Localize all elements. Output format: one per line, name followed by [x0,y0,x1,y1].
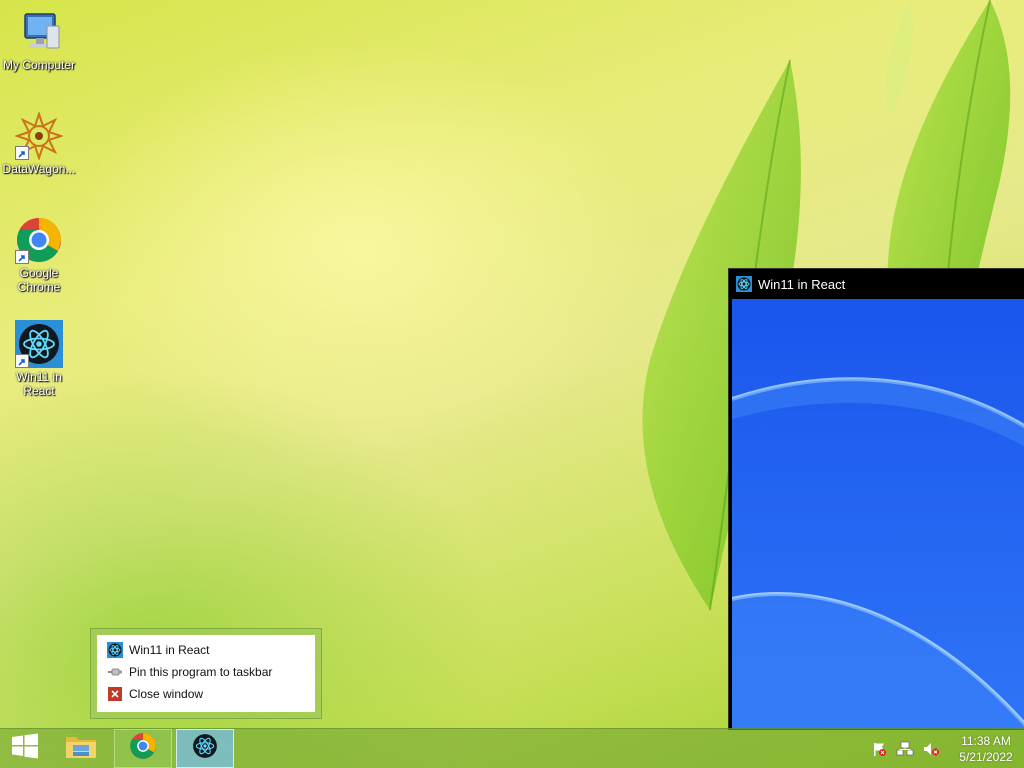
window-title: Win11 in React [758,276,846,292]
desktop-icon-label: My Computer [2,58,76,72]
desktop: My Computer DataWagon... Google Chrome W… [0,0,1024,768]
shortcut-arrow-icon [15,354,29,368]
jump-list-item-close[interactable]: Close window [97,683,315,705]
chrome-icon [15,216,63,264]
taskbar: 11:38 AM 5/21/2022 [0,728,1024,768]
clock-time: 11:38 AM [961,733,1011,748]
taskbar-jump-list: Win11 in React Pin this program to taskb… [90,628,322,719]
desktop-icon-label: Win11 in React [16,370,62,398]
shortcut-arrow-icon [15,250,29,264]
window-titlebar[interactable]: Win11 in React [729,269,1024,299]
app-window[interactable]: Win11 in React [728,268,1024,730]
file-explorer-icon [64,731,98,766]
datawagon-icon [13,110,65,162]
start-button[interactable] [4,729,46,768]
desktop-icon-my-computer[interactable]: My Computer [0,8,78,72]
taskbar-clock[interactable]: 11:38 AM 5/21/2022 [952,733,1020,765]
chrome-icon [129,732,157,765]
taskbar-win11-react-button[interactable] [176,729,234,768]
jump-list-item-label: Pin this program to taskbar [129,665,273,679]
shortcut-arrow-icon [15,146,29,160]
network-icon[interactable] [896,740,914,758]
react-icon [15,320,63,368]
pin-icon [107,664,123,680]
desktop-icon-label: Google Chrome [17,266,61,294]
jump-list-item-pin[interactable]: Pin this program to taskbar [97,661,315,683]
system-tray: 11:38 AM 5/21/2022 [866,729,1024,768]
taskbar-chrome-button[interactable] [114,729,172,768]
react-icon [736,276,752,292]
desktop-icon-google-chrome[interactable]: Google Chrome [0,216,78,294]
jump-list-menu: Win11 in React Pin this program to taskb… [97,635,315,712]
jump-list-item-app[interactable]: Win11 in React [97,639,315,661]
close-icon [107,686,123,702]
start-icon [11,733,39,764]
computer-icon [15,8,63,56]
action-center-flag-icon[interactable] [870,740,888,758]
desktop-icon-datawagon[interactable]: DataWagon... [0,110,78,176]
react-icon [192,733,218,764]
window-wallpaper [732,299,1024,729]
jump-list-item-label: Close window [129,687,204,701]
react-icon [107,642,123,658]
clock-date: 5/21/2022 [959,749,1013,764]
speaker-muted-icon[interactable] [922,740,940,758]
taskbar-file-explorer-button[interactable] [56,729,106,768]
desktop-icon-label: DataWagon... [2,162,76,176]
desktop-icon-win11-in-react[interactable]: Win11 in React [0,320,78,398]
window-content[interactable] [732,299,1024,729]
jump-list-item-label: Win11 in React [129,643,210,657]
